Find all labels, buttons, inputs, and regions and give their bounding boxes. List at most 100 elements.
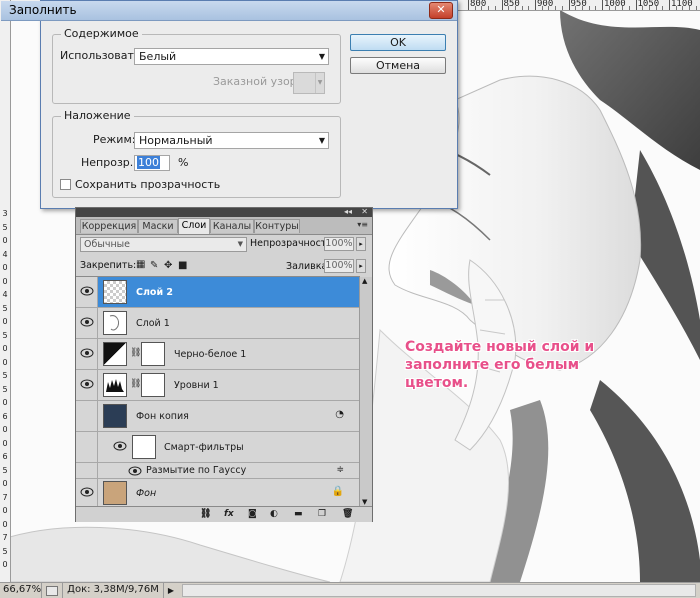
visibility-toggle[interactable] <box>76 401 98 431</box>
dialog-titlebar[interactable]: Заполнить ✕ <box>1 1 457 21</box>
layer-row-gaussian-blur[interactable]: Размытие по Гауссу ≑ <box>76 463 360 479</box>
link-icon: ⛓ <box>130 379 142 389</box>
horizontal-scrollbar[interactable] <box>182 584 696 597</box>
trash-icon[interactable]: 🗑 <box>342 509 353 519</box>
collapse-icon[interactable]: ◂◂ <box>344 207 352 216</box>
panel-menu-icon[interactable]: ▾≡ <box>357 220 368 229</box>
preserve-transparency-label[interactable]: Сохранить прозрачность <box>75 178 220 191</box>
ruler-minor-tick <box>521 6 523 10</box>
tab-corrections[interactable]: Коррекция <box>80 219 138 233</box>
visibility-toggle[interactable] <box>76 479 98 506</box>
filter-options-icon[interactable]: ≑ <box>336 465 344 475</box>
doc-info[interactable]: Док: 3,38M/9,76M <box>62 583 164 598</box>
blend-mode-select[interactable]: Обычные ▼ <box>80 237 247 252</box>
layer-row-layer1[interactable]: Слой 1 <box>76 308 360 339</box>
lock-image-icon[interactable]: ✎ <box>150 260 158 271</box>
layer-style-icon[interactable]: fx <box>224 509 234 519</box>
zoom-level[interactable]: 66,67% <box>0 583 42 598</box>
opacity-input[interactable]: 100 <box>134 155 170 171</box>
custom-pattern-label: Заказной узор: <box>213 75 301 88</box>
layer-mask-thumbnail[interactable] <box>141 342 165 366</box>
mode-label: Режим: <box>93 133 136 146</box>
scroll-down-icon[interactable]: ▼ <box>362 498 367 506</box>
ok-button[interactable]: OK <box>350 34 446 51</box>
ruler-minor-tick <box>481 6 483 10</box>
adjustment-layer-icon[interactable]: ◐ <box>270 509 278 519</box>
fill-field[interactable]: 100% <box>324 259 354 273</box>
ruler-label: 0 <box>2 560 8 569</box>
tab-channels[interactable]: Каналы <box>210 219 254 233</box>
ruler-label: 850 <box>503 0 520 9</box>
status-menu-icon[interactable]: ▶ <box>164 586 178 595</box>
lock-all-icon[interactable]: ■ <box>178 260 187 271</box>
tab-layers[interactable]: Слои <box>178 218 210 234</box>
close-icon[interactable]: ✕ <box>429 2 453 19</box>
ruler-tick <box>501 0 503 10</box>
tab-masks[interactable]: Маски <box>138 219 178 233</box>
ruler-label: 5 <box>2 222 8 232</box>
adjustment-icon <box>103 342 127 366</box>
layer-opacity-arrow-icon[interactable]: ▸ <box>356 237 366 251</box>
ruler-minor-tick <box>588 6 590 10</box>
ruler-minor-tick <box>528 6 530 10</box>
ruler-label: 5 <box>2 384 8 394</box>
status-bar: 66,67% Док: 3,38M/9,76M ▶ <box>0 582 700 598</box>
sketch-thumbnail-icon <box>109 315 119 331</box>
visibility-toggle[interactable] <box>76 339 98 369</box>
ruler-label: 800 <box>470 0 487 9</box>
ruler-label: 0 <box>2 479 8 488</box>
lock-label: Закрепить: <box>80 260 137 271</box>
eye-icon[interactable] <box>113 440 127 452</box>
new-group-icon[interactable]: ▬ <box>294 509 303 519</box>
mode-select-value: Нормальный <box>139 134 213 147</box>
mode-select[interactable]: Нормальный ▼ <box>134 132 329 149</box>
panel-header[interactable]: ◂◂ ✕ <box>76 207 372 217</box>
layer-row-smart-filters[interactable]: Смарт-фильтры <box>76 432 360 463</box>
ruler-label: 6 <box>2 411 8 421</box>
layer-row-black-white[interactable]: ⛓ Черно-белое 1 <box>76 339 360 370</box>
layers-scrollbar[interactable]: ▲ ▼ <box>359 277 372 506</box>
layer-mask-thumbnail[interactable] <box>141 373 165 397</box>
add-mask-icon[interactable]: ◙ <box>248 509 257 519</box>
ruler-minor-tick <box>514 6 516 10</box>
ruler-label: 0 <box>2 506 8 515</box>
layer-opacity-field[interactable]: 100% <box>324 237 354 251</box>
status-icon[interactable] <box>46 585 58 596</box>
panel-tabs: Коррекция Маски Слои Каналы Контуры ▾≡ <box>76 217 372 235</box>
preserve-transparency-checkbox[interactable] <box>60 179 71 190</box>
tab-paths[interactable]: Контуры <box>254 219 300 233</box>
visibility-toggle[interactable] <box>76 370 98 400</box>
ruler-tick <box>669 0 670 10</box>
lock-transparent-icon[interactable]: ▦ <box>136 259 145 270</box>
new-layer-icon[interactable]: ❐ <box>318 509 326 519</box>
layer-row-bg-copy[interactable]: Фон копия ◔ <box>76 401 360 432</box>
ruler-label: 5 <box>2 465 8 475</box>
chevron-down-icon: ▼ <box>318 52 325 61</box>
ruler-minor-tick <box>648 6 650 10</box>
ruler-minor-tick <box>628 6 630 10</box>
eye-icon <box>80 286 94 296</box>
filter-mask-thumbnail[interactable] <box>132 435 156 459</box>
lock-position-icon[interactable]: ✥ <box>164 260 172 271</box>
use-select[interactable]: Белый ▼ <box>134 48 329 65</box>
close-icon[interactable]: ✕ <box>361 207 368 216</box>
visibility-toggle[interactable] <box>76 277 98 307</box>
layer-row-levels[interactable]: ⛓ Уровни 1 <box>76 370 360 401</box>
cancel-button[interactable]: Отмена <box>350 57 446 74</box>
ruler-minor-tick <box>689 6 691 10</box>
ruler-minor-tick <box>622 6 624 10</box>
ruler-minor-tick <box>555 6 557 10</box>
visibility-toggle[interactable] <box>76 308 98 338</box>
scroll-up-icon[interactable]: ▲ <box>362 277 367 285</box>
ruler-label: 0 <box>2 236 8 245</box>
ruler-minor-tick <box>615 6 617 10</box>
link-layers-icon[interactable]: ⛓ <box>200 509 211 519</box>
ruler-label: 950 <box>570 0 587 9</box>
lock-icon: 🔒 <box>331 486 344 497</box>
layer-row-layer2[interactable]: Слой 2 <box>76 277 360 308</box>
layer-row-background[interactable]: Фон 🔒 <box>76 479 360 507</box>
ruler-tick <box>468 0 469 10</box>
fill-arrow-icon[interactable]: ▸ <box>356 259 366 273</box>
eye-icon[interactable] <box>128 465 142 477</box>
ruler-label: 900 <box>537 0 554 9</box>
